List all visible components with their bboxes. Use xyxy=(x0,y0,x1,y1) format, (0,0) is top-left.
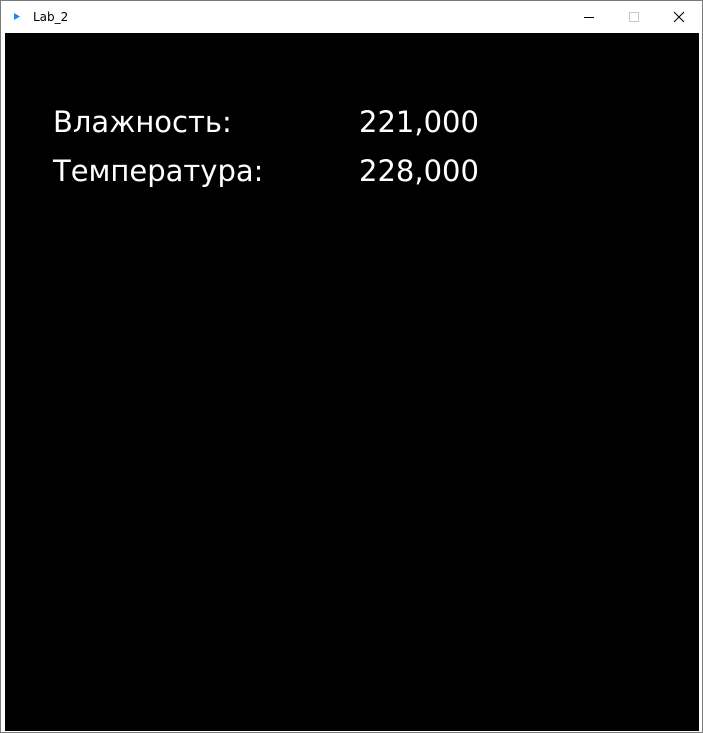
minimize-icon xyxy=(584,17,594,18)
maximize-icon xyxy=(629,12,639,22)
temperature-value: 228,000 xyxy=(359,154,479,188)
client-area: Влажность: 221,000 Температура: 228,000 xyxy=(5,33,699,731)
minimize-button[interactable] xyxy=(566,1,612,33)
maximize-button[interactable] xyxy=(611,1,657,33)
app-play-icon xyxy=(14,13,20,20)
close-button[interactable] xyxy=(656,1,702,33)
humidity-label: Влажность: xyxy=(53,105,232,139)
humidity-value: 221,000 xyxy=(359,105,479,139)
app-window: Lab_2 Влажность: 221,000 Температура: 22… xyxy=(0,0,703,733)
title-bar[interactable]: Lab_2 xyxy=(1,1,702,33)
temperature-label: Температура: xyxy=(53,154,264,188)
close-icon xyxy=(673,11,685,23)
window-title: Lab_2 xyxy=(33,10,69,24)
